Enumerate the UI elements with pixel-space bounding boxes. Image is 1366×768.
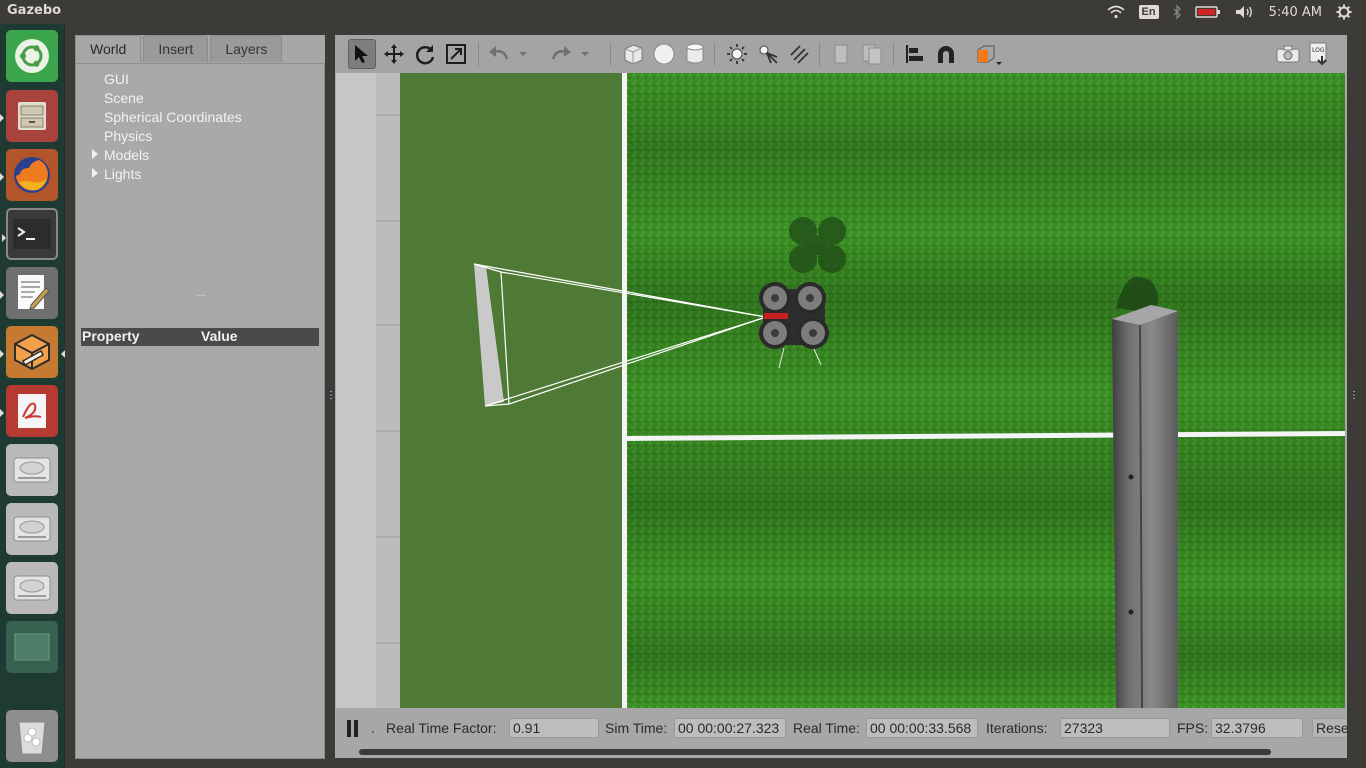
lane [400,73,622,708]
toolbar: LOG [335,35,1347,73]
wifi-icon[interactable] [1106,5,1125,19]
terminal-icon[interactable] [2,208,58,260]
file-cabinet-icon[interactable] [0,90,58,142]
svg-text:LOG: LOG [1312,47,1325,54]
undo-icon[interactable] [485,39,513,69]
translate-icon[interactable] [380,39,408,69]
world-tab-content: GUI Scene Spherical Coordinates Physics … [75,63,325,759]
scale-icon[interactable] [442,39,470,69]
tab-insert[interactable]: Insert [143,35,209,62]
tab-layers[interactable]: Layers [210,35,283,62]
tree-item-models[interactable]: Models [104,147,149,163]
iterations-value: 27323 [1060,718,1170,738]
tree-item-spherical-coordinates[interactable]: Spherical Coordinates [104,109,242,125]
hard-drive-icon[interactable] [6,444,58,496]
system-tray: En 5:40 AM [1106,0,1366,24]
sphere-icon[interactable] [650,39,678,69]
clock[interactable]: 5:40 AM [1269,5,1322,20]
value-column-header[interactable]: Value [201,328,238,344]
redo-icon[interactable] [547,39,575,69]
pdf-icon[interactable] [0,385,58,437]
volume-icon[interactable] [1235,5,1255,19]
app-title: Gazebo [7,3,62,18]
concrete-post [1112,305,1178,708]
panel-tabs: World Insert Layers [75,35,284,63]
splitter-handle[interactable]: ⋯ [197,290,206,301]
hard-drive-icon[interactable] [6,503,58,555]
field-line-vertical [622,73,627,708]
3d-viewport[interactable] [336,73,1345,708]
property-table-header: Property Value [81,328,319,346]
field-stripes [624,73,1345,708]
sim-time-label: Sim Time: [605,720,668,736]
select-arrow-icon[interactable] [348,39,376,69]
real-time-label: Real Time: [793,720,860,736]
rtf-value: 0.91 [509,718,599,738]
launcher [0,24,65,768]
top-panel: Gazebo En 5:40 AM [0,0,1366,24]
text-editor-icon[interactable] [0,267,58,319]
real-time-value: 00 00:00:33.568 [866,718,978,738]
redo-dropdown-icon[interactable] [577,39,593,69]
gear-icon[interactable] [1336,4,1352,20]
fps-value: 32.3796 [1211,718,1303,738]
tree-item-scene[interactable]: Scene [104,90,144,106]
horizontal-scrollbar[interactable] [359,749,1271,755]
right-splitter-handle[interactable]: ⋮ [1349,390,1359,401]
battery-icon[interactable] [1194,5,1221,19]
fps-label: FPS: [1177,720,1209,736]
view-angle-icon[interactable] [973,39,1005,69]
snap-icon[interactable] [932,39,960,69]
copy-icon[interactable] [827,39,855,69]
sim-time-value: 00 00:00:27.323 [674,718,786,738]
screenshot-icon[interactable] [1274,39,1302,69]
directional-light-icon[interactable] [785,39,813,69]
paste-icon[interactable] [858,39,886,69]
log-icon[interactable]: LOG [1305,39,1333,69]
hard-drive-icon[interactable] [6,562,58,614]
scene-render [336,73,1345,708]
reset-time-button[interactable]: Rese [1312,718,1347,738]
left-panel: World Insert Layers GUI Scene Spherical … [75,35,325,759]
align-icon[interactable] [901,39,929,69]
property-column-header[interactable]: Property [82,328,140,344]
undo-dropdown-icon[interactable] [515,39,531,69]
workspace-icon[interactable] [6,621,58,673]
wall-edge [376,73,400,708]
bluetooth-icon[interactable] [1173,5,1181,19]
box-icon[interactable] [619,39,647,69]
tree-item-gui[interactable]: GUI [104,71,129,87]
iterations-label: Iterations: [986,720,1048,736]
spot-light-icon[interactable] [754,39,782,69]
cylinder-icon[interactable] [681,39,709,69]
step-button[interactable]: . [371,720,375,736]
ubuntu-logo-icon[interactable] [6,30,58,82]
wall-strip [336,73,376,708]
pause-icon[interactable] [346,720,360,740]
gazebo-icon[interactable] [0,326,65,378]
firefox-icon[interactable] [0,149,58,201]
point-light-icon[interactable] [723,39,751,69]
tree-item-physics[interactable]: Physics [104,128,152,144]
status-bar: . Real Time Factor: 0.91 Sim Time: 00 00… [335,708,1347,758]
expand-arrow-icon[interactable] [92,168,98,178]
expand-arrow-icon[interactable] [92,149,98,159]
rotate-icon[interactable] [411,39,439,69]
rtf-label: Real Time Factor: [386,720,497,736]
trash-icon[interactable] [6,710,58,762]
keyboard-language[interactable]: En [1138,5,1159,19]
tree-item-lights[interactable]: Lights [104,166,141,182]
tab-world[interactable]: World [75,35,142,62]
